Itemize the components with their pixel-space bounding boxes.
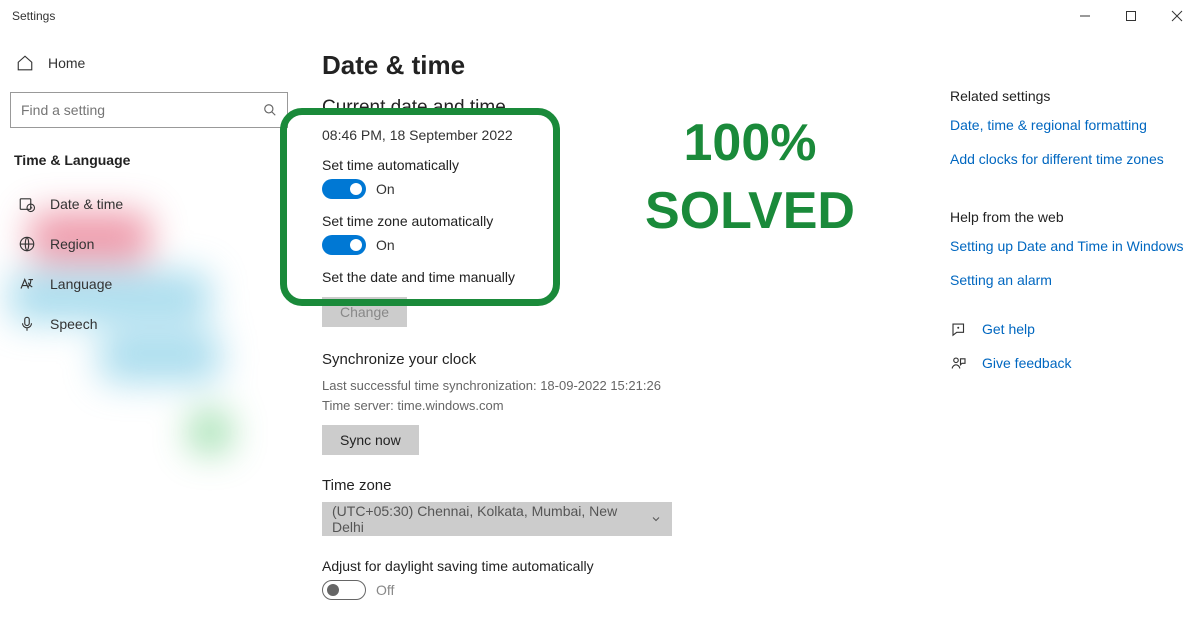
auto-timezone-state: On <box>376 237 395 253</box>
sync-server-text: Time server: time.windows.com <box>322 396 930 416</box>
search-box[interactable] <box>10 92 288 128</box>
home-label: Home <box>48 55 85 71</box>
main-content: Date & time Current date and time 08:46 … <box>298 32 950 628</box>
sidebar-item-speech[interactable]: Speech <box>10 304 288 344</box>
dst-state: Off <box>376 582 394 598</box>
category-title: Time & Language <box>10 146 288 174</box>
chevron-down-icon <box>650 513 662 525</box>
home-icon <box>16 54 34 72</box>
feedback-icon <box>950 355 968 373</box>
web-help-heading: Help from the web <box>950 209 1188 225</box>
auto-time-state: On <box>376 181 395 197</box>
home-button[interactable]: Home <box>10 46 288 80</box>
related-settings-heading: Related settings <box>950 88 1188 104</box>
feedback-row[interactable]: Give feedback <box>950 354 1188 374</box>
sidebar: Home Time & Language Date & time Region … <box>0 32 298 628</box>
current-datetime-value: 08:46 PM, 18 September 2022 <box>322 127 930 143</box>
page-title: Date & time <box>322 50 930 81</box>
auto-time-toggle[interactable] <box>322 179 366 199</box>
minimize-button[interactable] <box>1062 0 1108 32</box>
title-bar: Settings <box>0 0 1200 32</box>
globe-icon <box>18 235 36 253</box>
timezone-value: (UTC+05:30) Chennai, Kolkata, Mumbai, Ne… <box>332 503 650 535</box>
web-link-setup-date[interactable]: Setting up Date and Time in Windows <box>950 237 1188 257</box>
auto-timezone-label: Set time zone automatically <box>322 213 930 229</box>
dst-label: Adjust for daylight saving time automati… <box>322 558 930 574</box>
manual-datetime-label: Set the date and time manually <box>322 269 930 285</box>
nav-label: Language <box>50 276 112 292</box>
timezone-dropdown[interactable]: (UTC+05:30) Chennai, Kolkata, Mumbai, Ne… <box>322 502 672 536</box>
related-link-formatting[interactable]: Date, time & regional formatting <box>950 116 1188 136</box>
auto-time-label: Set time automatically <box>322 157 930 173</box>
close-button[interactable] <box>1154 0 1200 32</box>
timezone-heading: Time zone <box>322 477 930 494</box>
sidebar-item-region[interactable]: Region <box>10 224 288 264</box>
sync-last-text: Last successful time synchronization: 18… <box>322 376 930 396</box>
nav-label: Speech <box>50 316 97 332</box>
get-help-link[interactable]: Get help <box>982 320 1035 340</box>
window-controls <box>1062 0 1200 32</box>
right-column: Related settings Date, time & regional f… <box>950 32 1200 628</box>
window-title: Settings <box>12 9 55 23</box>
maximize-button[interactable] <box>1108 0 1154 32</box>
sidebar-item-language[interactable]: Language <box>10 264 288 304</box>
calendar-clock-icon <box>18 195 36 213</box>
nav-label: Region <box>50 236 94 252</box>
dst-toggle[interactable] <box>322 580 366 600</box>
web-link-alarm[interactable]: Setting an alarm <box>950 271 1188 291</box>
nav-label: Date & time <box>50 196 123 212</box>
search-icon <box>263 103 277 117</box>
language-icon <box>18 275 36 293</box>
get-help-row[interactable]: Get help <box>950 320 1188 340</box>
current-datetime-heading: Current date and time <box>322 97 930 119</box>
related-link-clocks[interactable]: Add clocks for different time zones <box>950 150 1188 170</box>
microphone-icon <box>18 315 36 333</box>
search-input[interactable] <box>21 102 263 118</box>
change-button[interactable]: Change <box>322 297 407 327</box>
auto-timezone-toggle[interactable] <box>322 235 366 255</box>
sidebar-item-date-time[interactable]: Date & time <box>10 184 288 224</box>
sync-now-button[interactable]: Sync now <box>322 425 419 455</box>
help-icon <box>950 321 968 339</box>
sync-heading: Synchronize your clock <box>322 351 930 368</box>
feedback-link[interactable]: Give feedback <box>982 354 1072 374</box>
